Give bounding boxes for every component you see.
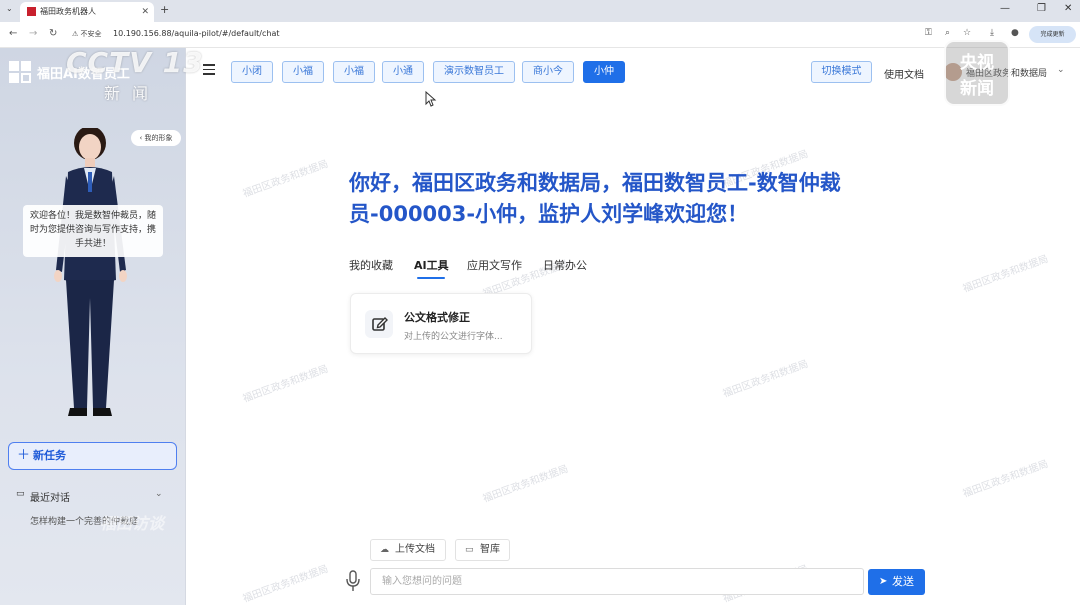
microphone-icon[interactable]: [345, 570, 361, 592]
watermark: 福田区政务和数据局: [961, 458, 1050, 500]
new-tab-icon[interactable]: +: [160, 3, 169, 16]
cloud-upload-icon: ☁: [380, 545, 389, 555]
plus-icon: ＋: [17, 448, 31, 463]
chevron-down-icon[interactable]: ⌄: [155, 489, 163, 499]
news-logo-line2: 新闻: [960, 79, 994, 99]
browser-tab-bar: ⌄ 福田政务机器人 ✕ + — ❐ ✕: [0, 0, 1080, 22]
close-window-icon[interactable]: ✕: [1064, 3, 1072, 14]
zoom-icon[interactable]: ⌕: [945, 28, 950, 38]
forward-icon[interactable]: →: [29, 28, 37, 39]
my-avatar-button[interactable]: ‹ 我的形象: [131, 130, 181, 146]
back-icon[interactable]: ←: [9, 28, 17, 39]
program-watermark: 福田访谈: [100, 514, 165, 533]
tab-favorites[interactable]: 我的收藏: [349, 257, 393, 273]
usage-doc-link[interactable]: 使用文档: [884, 66, 924, 81]
welcome-headline: 你好，福田区政务和数据局，福田数智员工-数智仲裁员-000003-小仲，监护人刘…: [349, 171, 841, 226]
download-icon[interactable]: ⤓: [990, 28, 994, 38]
close-tab-icon[interactable]: ✕: [141, 2, 149, 22]
agent-tab-active[interactable]: 小仲: [583, 61, 625, 83]
security-label: 不安全: [80, 30, 102, 38]
knowledge-base-label: 智库: [480, 544, 500, 555]
menu-icon[interactable]: [203, 64, 215, 75]
minimize-icon[interactable]: —: [1000, 3, 1010, 14]
agent-tab[interactable]: 演示数智员工: [433, 61, 515, 83]
edit-icon: [365, 310, 393, 338]
agent-tab[interactable]: 小福: [282, 61, 324, 83]
active-tab-indicator: [417, 277, 445, 279]
browser-tab[interactable]: 福田政务机器人 ✕: [20, 2, 154, 22]
cctv-subtitle: 新闻: [104, 84, 161, 103]
logo-icon: [9, 61, 31, 83]
watermark: 福田区政务和数据局: [721, 358, 810, 400]
tool-description: 对上传的公文进行字体...: [404, 332, 503, 342]
tab-daily-office[interactable]: 日常办公: [543, 257, 587, 273]
send-icon: ➤: [879, 576, 888, 587]
tool-title: 公文格式修正: [404, 311, 470, 324]
send-button[interactable]: ➤ 发送: [868, 569, 925, 595]
tab-title: 福田政务机器人: [40, 7, 96, 16]
library-icon: ▭: [465, 545, 474, 555]
watermark: 福田区政务和数据局: [481, 463, 570, 505]
tab-writing[interactable]: 应用文写作: [467, 257, 522, 273]
tab-ai-tools[interactable]: AI工具: [414, 257, 449, 273]
chat-input[interactable]: [370, 568, 864, 595]
new-task-label: 新任务: [33, 449, 66, 462]
agent-greeting-bubble: 欢迎各位！我是数智仲裁员，随时为您提供咨询与写作支持，携手共进！: [23, 205, 163, 257]
chat-bubble-icon: ▭: [16, 489, 25, 499]
digital-agent-avatar: [54, 128, 127, 416]
tab-list-dropdown-icon[interactable]: ⌄: [6, 4, 13, 13]
my-avatar-label: 我的形象: [144, 134, 173, 142]
send-label: 发送: [892, 575, 914, 588]
mouse-cursor-icon: [425, 91, 437, 107]
watermark: 福田区政务和数据局: [241, 563, 330, 605]
reload-icon[interactable]: ↻: [49, 28, 57, 39]
chevron-down-icon[interactable]: ⌄: [1057, 65, 1065, 75]
watermark: 福田区政务和数据局: [961, 253, 1050, 295]
update-button[interactable]: 完成更新: [1029, 26, 1076, 43]
news-channel-logo: 央视 新闻: [944, 40, 1010, 106]
profile-icon[interactable]: ●: [1011, 28, 1019, 38]
url-field[interactable]: 10.190.156.88/aquila-pilot/#/default/cha…: [113, 29, 280, 38]
agent-tab[interactable]: 小福: [333, 61, 375, 83]
agent-tab[interactable]: 商小今: [522, 61, 574, 83]
tool-card[interactable]: 公文格式修正 对上传的公文进行字体...: [350, 293, 532, 354]
recent-label: 最近对话: [30, 493, 70, 504]
upload-label: 上传文档: [395, 544, 435, 555]
favicon-icon: [27, 7, 36, 16]
security-warning[interactable]: ⚠ 不安全: [72, 29, 102, 39]
watermark: 福田区政务和数据局: [241, 158, 330, 200]
watermark: 福田区政务和数据局: [241, 363, 330, 405]
switch-mode-button[interactable]: 切换模式: [811, 61, 872, 83]
agent-tab[interactable]: 小闭: [231, 61, 273, 83]
news-logo-line1: 央视: [960, 53, 994, 73]
star-icon[interactable]: ☆: [963, 28, 971, 38]
agent-tab[interactable]: 小通: [382, 61, 424, 83]
address-bar: ← → ↻ ⚠ 不安全 10.190.156.88/aquila-pilot/#…: [0, 22, 1080, 48]
key-icon[interactable]: ⚿: [925, 28, 932, 38]
new-task-button[interactable]: ＋ 新任务: [8, 442, 177, 470]
upload-document-button[interactable]: ☁ 上传文档: [370, 539, 446, 561]
maximize-icon[interactable]: ❐: [1037, 3, 1046, 14]
knowledge-base-button[interactable]: ▭ 智库: [455, 539, 510, 561]
cctv-logo: CCTV 13: [66, 46, 204, 79]
recent-conversations-header[interactable]: ▭ 最近对话: [16, 489, 70, 504]
